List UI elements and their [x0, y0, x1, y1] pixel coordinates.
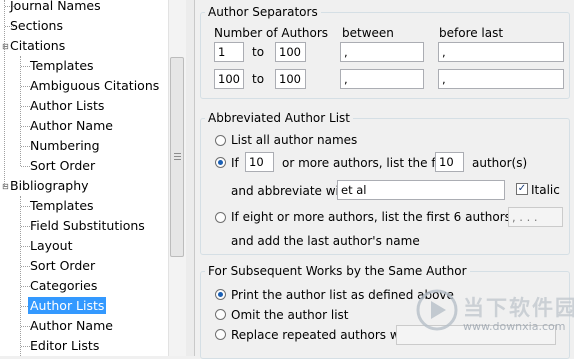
- replace-authors-label[interactable]: Replace repeated authors with:: [231, 328, 419, 342]
- tree-connector: [21, 266, 30, 267]
- tree-connector: [21, 106, 30, 107]
- tree-item-bibliography-sort-order[interactable]: Sort Order: [30, 256, 95, 276]
- watermark-brand: 当下软件园: [463, 296, 574, 320]
- tree-connector: [20, 56, 21, 166]
- author-separators-title: Author Separators: [205, 5, 321, 19]
- between-input-1[interactable]: ,: [340, 42, 424, 62]
- grip-icon: [174, 153, 181, 154]
- tree-item-ambiguous-citations[interactable]: Ambiguous Citations: [30, 76, 159, 96]
- scrollbar-thumb[interactable]: [170, 57, 184, 257]
- tree-item-field-substitutions[interactable]: Field Substitutions: [30, 216, 145, 236]
- tree-item-bibliography[interactable]: Bibliography: [10, 176, 89, 196]
- grip-icon: [174, 159, 181, 160]
- tree-item-bibliography-author-name[interactable]: Author Name: [30, 316, 113, 336]
- print-author-list-radio[interactable]: [215, 289, 226, 300]
- tree-connector: [21, 166, 30, 167]
- watermark-logo-icon: [416, 289, 458, 331]
- tree-connector: [21, 126, 30, 127]
- authors-label: author(s): [472, 156, 528, 170]
- tree-item-citations-templates[interactable]: Templates: [30, 56, 94, 76]
- tree-connector: [21, 286, 30, 287]
- number-of-authors-header: Number of Authors: [214, 26, 329, 40]
- to-authors-input-2[interactable]: 100: [275, 69, 306, 89]
- to-label: to: [252, 45, 265, 59]
- tree-connector: [21, 346, 30, 347]
- eight-or-more-radio[interactable]: [215, 212, 226, 223]
- watermark: 当下软件园 www.downxia.com: [415, 286, 574, 342]
- italic-checkbox[interactable]: ✓: [516, 183, 528, 195]
- tree-connector: [21, 206, 30, 207]
- omit-author-list-label[interactable]: Omit the author list: [231, 308, 348, 322]
- tree-connector: [4, 0, 5, 186]
- tree-item-bibliography-templates[interactable]: Templates: [30, 196, 94, 216]
- settings-tree[interactable]: Journal Names Sections ⊟ Citations Templ…: [0, 0, 187, 356]
- abbreviate-with-input[interactable]: et al: [337, 180, 505, 200]
- from-authors-input-2[interactable]: 100: [214, 69, 244, 89]
- collapse-icon[interactable]: ⊟: [2, 43, 9, 51]
- tree-item-categories[interactable]: Categories: [30, 276, 97, 296]
- omit-author-list-radio[interactable]: [215, 309, 226, 320]
- to-authors-input-1[interactable]: 100: [275, 42, 306, 62]
- tree-item-editor-lists[interactable]: Editor Lists: [30, 336, 99, 356]
- list-all-label[interactable]: List all author names: [231, 133, 357, 147]
- before-last-header: before last: [439, 26, 504, 40]
- panel-splitter[interactable]: [186, 0, 195, 356]
- abbreviate-if-radio[interactable]: [215, 157, 226, 168]
- tree-item-citations-author-name[interactable]: Author Name: [30, 116, 113, 136]
- from-authors-input-1[interactable]: 1: [214, 42, 244, 62]
- grip-icon: [174, 156, 181, 157]
- tree-connector: [21, 146, 30, 147]
- if-label[interactable]: If: [231, 156, 239, 170]
- italic-label[interactable]: Italic: [531, 183, 560, 197]
- tree-scrollbar[interactable]: [168, 0, 186, 356]
- tree-item-journal-names[interactable]: Journal Names: [10, 0, 101, 16]
- tree-connector: [21, 226, 30, 227]
- between-input-2[interactable]: ,: [340, 69, 424, 89]
- tree-item-bibliography-author-lists[interactable]: Author Lists: [28, 296, 107, 316]
- tree-connector: [20, 196, 21, 356]
- tree-item-citations-author-lists[interactable]: Author Lists: [30, 96, 104, 116]
- before-last-input-1[interactable]: ,: [438, 42, 564, 62]
- add-last-author-label: and add the last author's name: [231, 234, 420, 248]
- if-count-input[interactable]: 10: [245, 152, 274, 172]
- replace-authors-radio[interactable]: [215, 329, 226, 340]
- abbreviated-author-list-title: Abbreviated Author List: [205, 111, 353, 125]
- tree-connector: [21, 86, 30, 87]
- tree-connector: [21, 246, 30, 247]
- tree-item-citations-sort-order[interactable]: Sort Order: [30, 156, 95, 176]
- watermark-url: www.downxia.com: [463, 320, 566, 333]
- insert-text-input[interactable]: , . . .: [508, 207, 563, 227]
- tree-item-layout[interactable]: Layout: [30, 236, 73, 256]
- tree-item-citations[interactable]: Citations: [10, 36, 65, 56]
- tree-item-sections[interactable]: Sections: [10, 16, 63, 36]
- tree-connector: [21, 326, 30, 327]
- before-last-input-2[interactable]: ,: [438, 69, 564, 89]
- list-all-radio[interactable]: [215, 135, 226, 146]
- tree-item-numbering[interactable]: Numbering: [30, 136, 100, 156]
- tree-connector: [21, 66, 30, 67]
- to-label: to: [252, 72, 265, 86]
- more-authors-label: or more authors, list the first: [282, 156, 455, 170]
- subsequent-works-title: For Subsequent Works by the Same Author: [205, 264, 470, 278]
- between-header: between: [342, 26, 394, 40]
- collapse-icon[interactable]: ⊟: [2, 183, 9, 191]
- first-count-input[interactable]: 10: [435, 152, 464, 172]
